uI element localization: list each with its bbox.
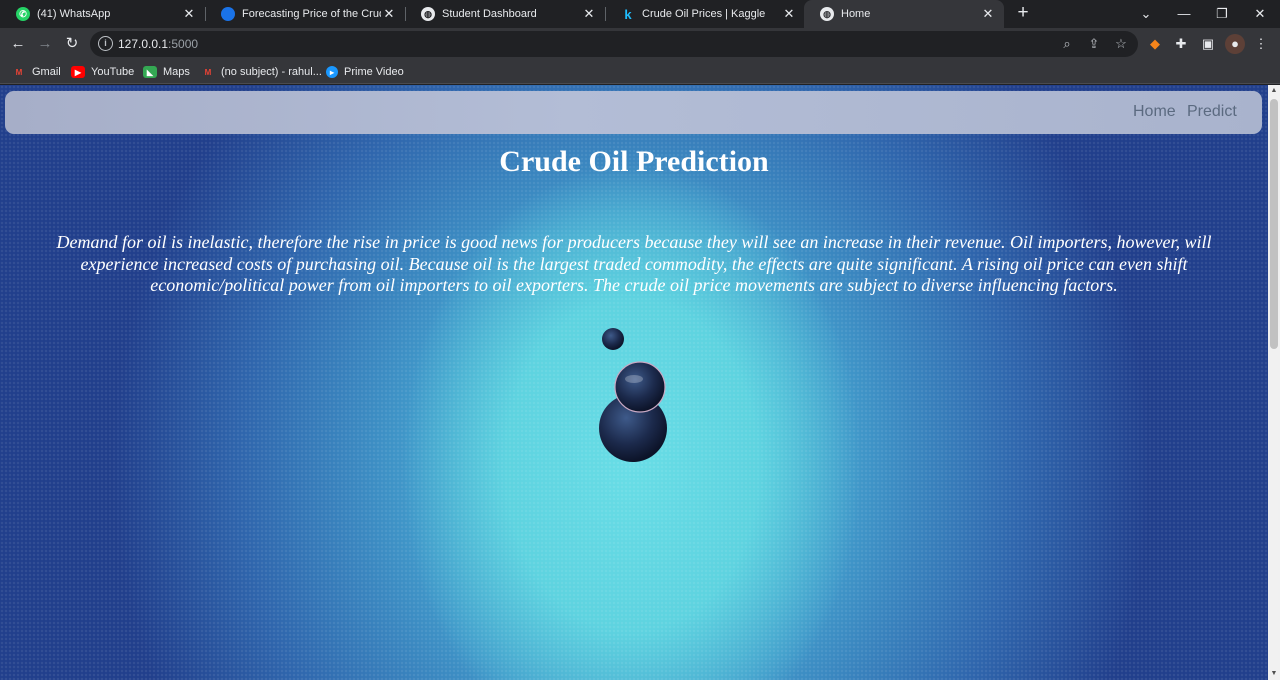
whatsapp-icon: ✆ [16, 7, 30, 21]
page-scrollbar[interactable]: ▲ ▼ [1268, 85, 1280, 680]
nav-predict-link[interactable]: Predict [1187, 103, 1237, 121]
new-tab-button[interactable]: + [1012, 2, 1034, 24]
reload-button[interactable]: ↻ [60, 32, 84, 56]
page-title: Crude Oil Prediction [499, 145, 769, 178]
bookmark-label: Maps [163, 66, 190, 78]
bookmark-gmail[interactable]: M Gmail [12, 64, 61, 80]
scroll-thumb[interactable] [1270, 99, 1278, 349]
tab-strip: ✆ (41) WhatsApp ✕ Forecasting Price of t… [0, 0, 1280, 28]
gmail-icon: M [204, 67, 212, 77]
bookmark-no-subject[interactable]: M (no subject) - rahul... [201, 64, 322, 80]
tab-search-icon[interactable]: ⌄ [1127, 0, 1165, 28]
address-bar[interactable]: i 127.0.0.1:5000 ⌕ ⇪ ☆ [90, 31, 1138, 57]
bookmark-label: (no subject) - rahul... [221, 66, 322, 78]
bookmarks-bar: M Gmail ▶ YouTube ◣ Maps M (no subject) … [0, 60, 1280, 84]
youtube-icon: ▶ [71, 66, 85, 78]
zoom-icon[interactable]: ⌕ [1058, 35, 1076, 53]
url-host: 127.0.0.1 [118, 37, 169, 51]
tab-student-dashboard[interactable]: ◍ Student Dashboard ✕ [405, 0, 605, 28]
menu-kebab-icon[interactable]: ⋮ [1251, 34, 1271, 54]
tab-title: Forecasting Price of the Crude oi [242, 8, 381, 20]
forward-button[interactable]: → [33, 32, 57, 56]
tab-whatsapp[interactable]: ✆ (41) WhatsApp ✕ [0, 0, 205, 28]
tab-title: (41) WhatsApp [37, 8, 111, 20]
kaggle-icon: k [624, 6, 632, 22]
tab-kaggle[interactable]: k Crude Oil Prices | Kaggle ✕ [605, 0, 805, 28]
site-navbar: Home Predict [5, 91, 1262, 134]
tab-forecasting[interactable]: Forecasting Price of the Crude oi ✕ [205, 0, 405, 28]
bookmark-maps[interactable]: ◣ Maps [143, 64, 190, 80]
bookmark-label: YouTube [91, 66, 135, 78]
close-tab-icon[interactable]: ✕ [980, 6, 996, 22]
close-tab-icon[interactable]: ✕ [381, 6, 397, 22]
site-icon [221, 7, 235, 21]
side-panel-icon[interactable]: ▣ [1198, 34, 1218, 54]
middle-drop [614, 361, 666, 413]
close-tab-icon[interactable]: ✕ [581, 6, 597, 22]
tab-title: Crude Oil Prices | Kaggle [642, 8, 766, 20]
page-viewport: Home Predict Crude Oil Prediction Demand… [0, 85, 1268, 680]
tab-home[interactable]: ◍ Home ✕ [804, 0, 1004, 28]
close-tab-icon[interactable]: ✕ [181, 6, 197, 22]
info-icon[interactable]: i [98, 36, 113, 51]
oil-drops-image [599, 328, 667, 462]
profile-avatar[interactable]: ● [1225, 34, 1245, 54]
scroll-up-icon[interactable]: ▲ [1268, 85, 1280, 97]
metamask-icon[interactable]: ◆ [1145, 34, 1165, 54]
close-tab-icon[interactable]: ✕ [781, 6, 797, 22]
bookmark-label: Gmail [32, 66, 61, 78]
bookmark-star-icon[interactable]: ☆ [1112, 35, 1130, 53]
bookmark-label: Prime Video [344, 66, 404, 78]
close-window-button[interactable]: ✕ [1241, 0, 1279, 28]
maps-icon: ◣ [143, 66, 157, 78]
url-text[interactable]: 127.0.0.1:5000 [118, 37, 198, 51]
globe-icon: ◍ [421, 7, 435, 21]
drop-highlight [625, 375, 643, 383]
share-icon[interactable]: ⇪ [1085, 35, 1103, 53]
bookmark-prime-video[interactable]: ▸ Prime Video [326, 64, 404, 80]
small-drop [602, 328, 624, 350]
extensions-puzzle-icon[interactable]: ✚ [1171, 34, 1191, 54]
scroll-down-icon[interactable]: ▼ [1268, 668, 1280, 680]
tab-title: Home [841, 8, 871, 20]
globe-icon: ◍ [820, 7, 834, 21]
browser-toolbar: ← → ↻ i 127.0.0.1:5000 ⌕ ⇪ ☆ ◆ ✚ ▣ ● ⋮ [0, 28, 1280, 60]
nav-home-link[interactable]: Home [1133, 103, 1176, 121]
prime-video-icon: ▸ [326, 66, 338, 78]
page-description: Demand for oil is inelastic, therefore t… [56, 232, 1212, 295]
bookmark-youtube[interactable]: ▶ YouTube [71, 64, 134, 80]
minimize-button[interactable]: — [1165, 0, 1203, 28]
maximize-button[interactable]: ❐ [1203, 0, 1241, 28]
back-button[interactable]: ← [6, 32, 30, 56]
url-port: :5000 [168, 37, 199, 51]
gmail-icon: M [15, 67, 23, 77]
tab-title: Student Dashboard [442, 8, 537, 20]
